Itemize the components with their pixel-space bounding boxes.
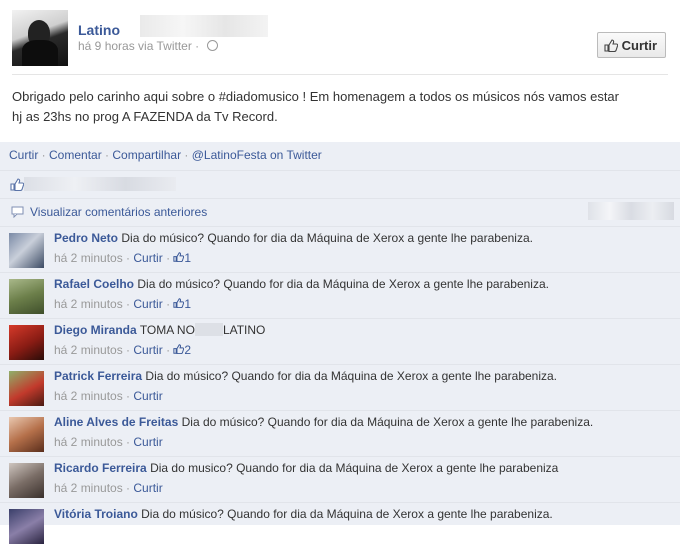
comment-time[interactable]: há 2 minutos xyxy=(54,297,123,311)
commenter-name[interactable]: Vitória Troiano xyxy=(54,507,138,521)
twitter-link[interactable]: @LatinoFesta on Twitter xyxy=(192,148,322,162)
comment-like-count[interactable]: 1 xyxy=(184,297,191,311)
commenter-name[interactable]: Aline Alves de Freitas xyxy=(54,415,178,429)
comment-time[interactable]: há 2 minutos xyxy=(54,389,123,403)
redacted-count xyxy=(588,202,674,220)
comment-text: Dia do musico? Quando for dia da Máquina… xyxy=(150,461,559,475)
comment: Rafael Coelho Dia do músico? Quando for … xyxy=(0,272,680,318)
comment-text: Dia do músico? Quando for dia da Máquina… xyxy=(141,507,553,521)
view-previous-comments-link[interactable]: Visualizar comentários anteriores xyxy=(30,205,207,219)
comment-time[interactable]: há 2 minutos xyxy=(54,343,123,357)
comment-like-link[interactable]: Curtir xyxy=(133,297,162,311)
commenter-name[interactable]: Patrick Ferreira xyxy=(54,369,142,383)
comment: Vitória Troiano Dia do músico? Quando fo… xyxy=(0,502,680,548)
comment-like-count[interactable]: 2 xyxy=(184,343,191,357)
comment-time[interactable]: há 2 minutos xyxy=(54,435,123,449)
divider xyxy=(12,74,668,75)
post-meta: há 9 horas via Twitter · xyxy=(78,39,218,53)
comment-text: Dia do músico? Quando for dia da Máquina… xyxy=(181,415,594,429)
view-previous-comments-row[interactable]: Visualizar comentários anteriores xyxy=(0,198,680,226)
comment-time[interactable]: há 2 minutos xyxy=(54,251,123,265)
comment-like-link[interactable]: Curtir xyxy=(133,389,162,403)
like-page-label: Curtir xyxy=(621,37,657,53)
likes-row xyxy=(0,170,680,198)
post-header: Latino há 9 horas via Twitter · Curtir xyxy=(12,8,668,68)
author-name[interactable]: Latino xyxy=(78,22,120,38)
thumbs-up-icon xyxy=(10,178,24,191)
redacted-word xyxy=(194,323,223,336)
comment-time[interactable]: há 2 minutos xyxy=(54,481,123,495)
post-text: Obrigado pelo carinho aqui sobre o #diad… xyxy=(12,89,619,124)
thumbs-up-icon xyxy=(173,344,185,355)
commenter-avatar[interactable] xyxy=(9,371,44,406)
post-actions: Curtir · Comentar · Compartilhar · @Lati… xyxy=(9,148,322,162)
comment: Ricardo Ferreira Dia do musico? Quando f… xyxy=(0,456,680,502)
comment: Pedro Neto Dia do músico? Quando for dia… xyxy=(0,226,680,272)
globe-icon xyxy=(206,40,218,51)
comment-text: TOMA NO xyxy=(139,323,195,337)
commenter-avatar[interactable] xyxy=(9,233,44,268)
author-avatar[interactable] xyxy=(12,10,68,66)
commenter-avatar[interactable] xyxy=(9,509,44,544)
like-page-button[interactable]: Curtir xyxy=(596,32,666,58)
comment-like-link[interactable]: Curtir xyxy=(133,481,162,495)
thumbs-up-icon xyxy=(173,298,185,309)
comment-text: Dia do músico? Quando for dia da Máquina… xyxy=(121,231,533,245)
comment-link[interactable]: Comentar xyxy=(49,148,102,162)
commenter-avatar[interactable] xyxy=(9,463,44,498)
commenter-name[interactable]: Pedro Neto xyxy=(54,231,118,245)
comment-like-link[interactable]: Curtir xyxy=(133,251,162,265)
post-time[interactable]: há 9 horas via Twitter xyxy=(78,39,192,53)
commenter-avatar[interactable] xyxy=(9,417,44,452)
redacted-name xyxy=(140,15,268,37)
comment: Patrick Ferreira Dia do músico? Quando f… xyxy=(0,364,680,410)
commenter-avatar[interactable] xyxy=(9,279,44,314)
thumbs-up-icon xyxy=(604,38,618,52)
comment: Diego Miranda TOMA NO LATINO há 2 minutos… xyxy=(0,318,680,364)
comment: Aline Alves de Freitas Dia do músico? Qu… xyxy=(0,410,680,456)
comment-like-link[interactable]: Curtir xyxy=(133,343,162,357)
comment-text: Dia do músico? Quando for dia da Máquina… xyxy=(137,277,549,291)
commenter-name[interactable]: Ricardo Ferreira xyxy=(54,461,147,475)
commenter-name[interactable]: Diego Miranda xyxy=(54,323,137,337)
comment-text: Dia do músico? Quando for dia da Máquina… xyxy=(145,369,558,383)
commenter-name[interactable]: Rafael Coelho xyxy=(54,277,134,291)
thumbs-up-icon xyxy=(173,252,185,263)
share-link[interactable]: Compartilhar xyxy=(112,148,181,162)
like-link[interactable]: Curtir xyxy=(9,148,38,162)
redacted-likers xyxy=(24,177,176,191)
comment-like-count[interactable]: 1 xyxy=(184,251,191,265)
comment-bubble-icon xyxy=(11,206,24,218)
commenter-avatar[interactable] xyxy=(9,325,44,360)
comment-like-link[interactable]: Curtir xyxy=(133,435,162,449)
feedback-area: Visualizar comentários anteriores Pedro … xyxy=(0,142,680,544)
